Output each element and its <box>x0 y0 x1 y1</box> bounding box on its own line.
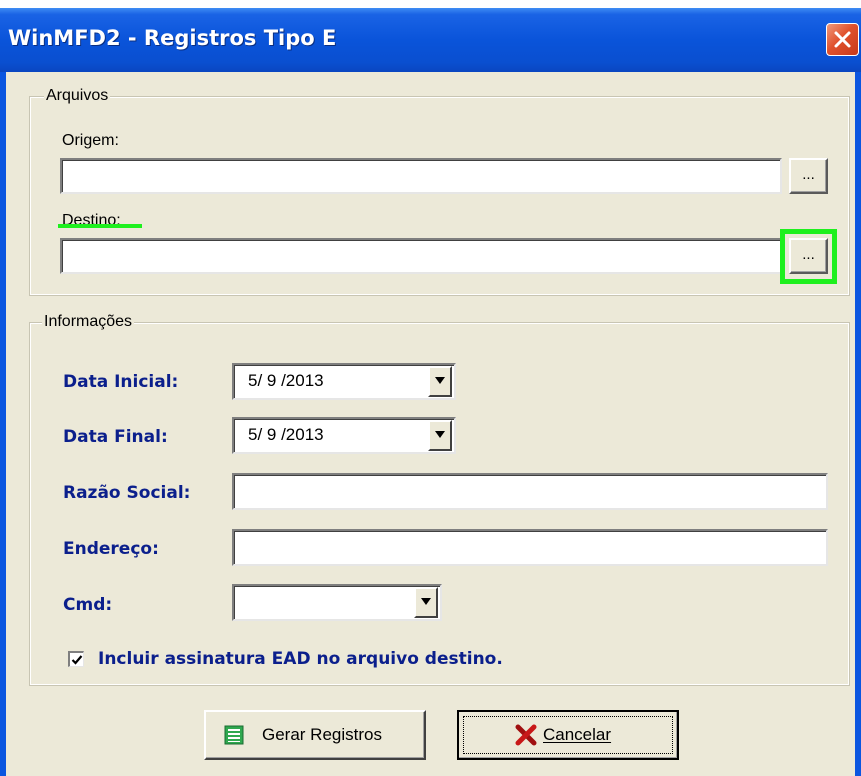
window-title: WinMFD2 - Registros Tipo E <box>8 26 337 50</box>
cmd-dropdown[interactable] <box>414 587 438 618</box>
close-icon <box>834 31 851 48</box>
cancelar-button[interactable]: Cancelar <box>457 710 679 760</box>
data-inicial-label: Data Inicial: <box>63 372 179 392</box>
x-icon <box>515 724 537 746</box>
ead-checkbox[interactable] <box>68 651 84 667</box>
data-final-label: Data Final: <box>63 427 168 447</box>
dialog-client-area: Arquivos Origem: ... Destino: ... Inform… <box>6 72 855 776</box>
close-button[interactable] <box>826 23 859 56</box>
gerar-registros-label: Gerar Registros <box>262 725 382 744</box>
data-final-dropdown[interactable] <box>428 420 452 451</box>
endereco-input[interactable] <box>232 529 828 566</box>
razao-social-label: Razão Social: <box>63 483 191 503</box>
arquivos-legend: Arquivos <box>44 87 111 105</box>
gerar-registros-button[interactable]: Gerar Registros <box>204 710 426 760</box>
origem-input[interactable] <box>60 158 782 194</box>
data-final-picker[interactable]: 5/ 9 /2013 <box>232 417 456 454</box>
background-strip <box>0 0 861 8</box>
data-inicial-dropdown[interactable] <box>428 366 452 397</box>
list-icon <box>224 725 244 745</box>
destino-input[interactable] <box>60 238 782 274</box>
chevron-down-icon <box>435 377 445 384</box>
destino-browse-highlight <box>780 229 837 284</box>
informacoes-legend: Informações <box>42 313 135 331</box>
title-bar[interactable]: WinMFD2 - Registros Tipo E <box>0 8 861 72</box>
razao-social-input[interactable] <box>232 473 828 510</box>
endereco-label: Endereço: <box>63 539 159 559</box>
browse-ellipsis: ... <box>802 166 815 183</box>
destino-label-underline <box>58 224 142 228</box>
cmd-select[interactable] <box>232 584 442 621</box>
origem-browse-button[interactable]: ... <box>789 158 828 194</box>
origem-label: Origem: <box>62 132 119 149</box>
ead-checkbox-label[interactable]: Incluir assinatura EAD no arquivo destin… <box>98 649 503 669</box>
chevron-down-icon <box>435 431 445 438</box>
data-inicial-picker[interactable]: 5/ 9 /2013 <box>232 363 456 400</box>
chevron-down-icon <box>421 598 431 605</box>
cmd-label: Cmd: <box>63 595 113 615</box>
checkmark-icon <box>71 655 83 665</box>
cancelar-label: Cancelar <box>543 725 612 744</box>
dialog-window: WinMFD2 - Registros Tipo E Arquivos Orig… <box>0 8 861 776</box>
